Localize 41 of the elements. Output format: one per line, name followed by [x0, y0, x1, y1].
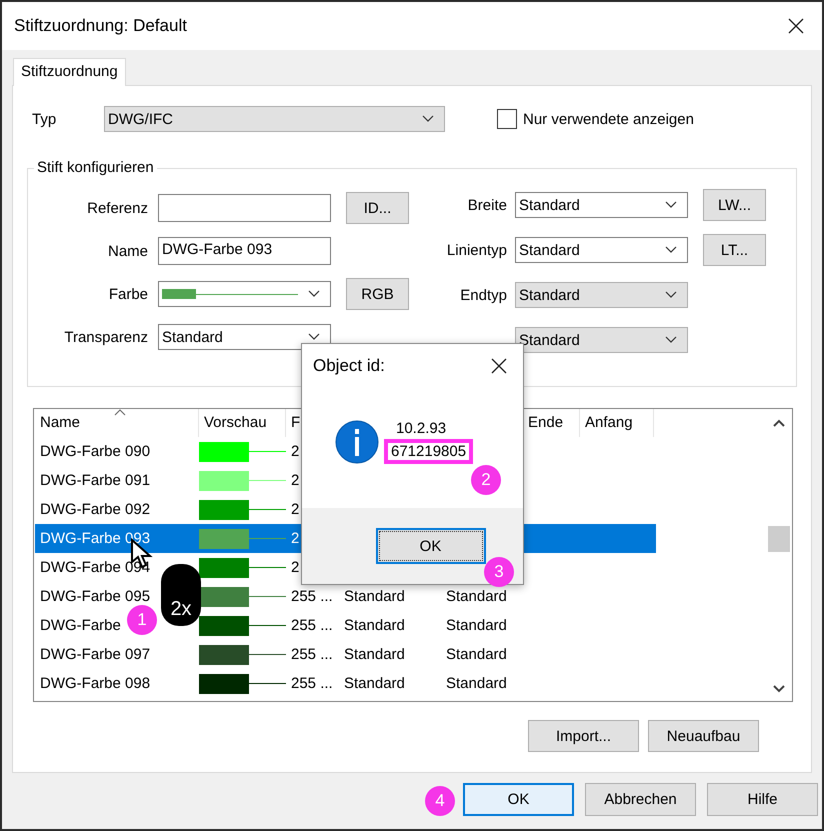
table-cell: DWG-Farbe 090	[40, 443, 150, 460]
table-cell: 2	[291, 501, 300, 518]
table-cell: Standard	[344, 588, 405, 605]
dialog-title: Object id:	[313, 356, 385, 376]
table-cell: Standard	[446, 646, 507, 663]
table-cell: DWG-Farbe 098	[40, 675, 150, 692]
table-cell: 255 ...	[291, 588, 333, 605]
table-cell: 2	[291, 443, 300, 460]
field-label: Transparenz	[63, 328, 149, 346]
table-cell: Standard	[344, 617, 405, 634]
field-label: Typ	[31, 110, 58, 128]
field-label: Endtyp	[460, 286, 507, 304]
table-cell: 255 ...	[291, 675, 333, 692]
table-cell: 255 ...	[291, 617, 333, 634]
table-cell: 2	[291, 530, 300, 547]
field-label: Referenz	[86, 200, 149, 216]
table-cell: 2	[291, 559, 300, 576]
table-cell: 255 ...	[291, 646, 333, 663]
field-label: Farbe	[108, 286, 149, 302]
field-label: Breite	[468, 196, 507, 214]
table-cell: DWG-Farbe 097	[40, 646, 150, 663]
table-cell: DWG-Farbe	[40, 617, 121, 634]
table-cell: Standard	[344, 646, 405, 663]
highlighted-text: 671219805	[384, 439, 474, 464]
table-cell: DWG-Farbe 095	[40, 588, 150, 605]
window-title: Stiftzuordnung: Default	[14, 16, 187, 36]
table-cell: DWG-Farbe 093	[40, 530, 150, 547]
table-cell: 2	[291, 472, 300, 489]
field-label: Name	[106, 242, 149, 260]
mouse-icon: 2x	[161, 564, 201, 626]
table-cell: DWG-Farbe 092	[40, 501, 150, 518]
field-label: Linientyp	[446, 242, 507, 258]
step-marker: 4	[425, 786, 455, 816]
message-text: 10.2.93	[395, 420, 448, 437]
table-cell: Standard	[344, 675, 405, 692]
table-cell: Standard	[446, 588, 507, 605]
checkbox-label: Nur verwendete anzeigen	[523, 110, 694, 128]
group-title: Stift konfigurieren	[34, 159, 157, 176]
table-cell: Standard	[446, 617, 507, 634]
table-cell: DWG-Farbe 091	[40, 472, 150, 489]
table-cell: Standard	[446, 675, 507, 692]
